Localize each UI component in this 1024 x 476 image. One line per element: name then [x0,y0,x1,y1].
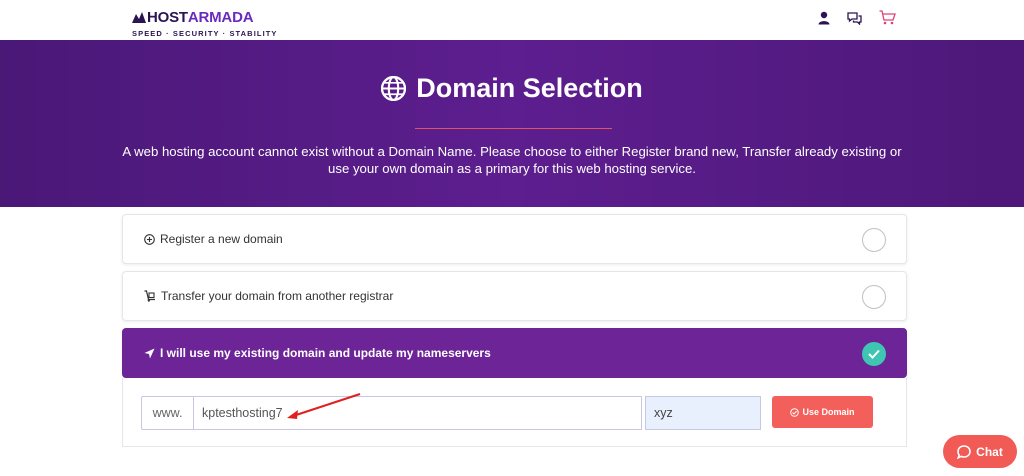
use-domain-button[interactable]: Use Domain [772,396,873,428]
chat-bubbles-icon[interactable] [847,11,862,25]
tld-input[interactable] [645,396,761,430]
title-divider [415,128,612,129]
option-transfer-radio[interactable] [862,285,886,309]
chat-label: Chat [976,444,1003,459]
use-domain-label: Use Domain [802,407,855,417]
check-icon [868,349,880,359]
option-existing-text: I will use my existing domain and update… [160,346,491,360]
location-arrow-icon [144,347,155,359]
user-icon[interactable] [818,11,830,25]
logo-text-host: HOST [147,9,188,26]
page-title: Domain Selection [0,73,1024,104]
option-existing-label: I will use my existing domain and update… [144,346,491,360]
check-circle-icon [790,407,800,417]
header-icons [818,10,896,25]
option-register-text: Register a new domain [160,232,283,246]
www-prefix: www. [141,396,193,430]
domain-form-panel: www. Use Domain [122,378,907,447]
option-transfer-label: Transfer your domain from another regist… [144,289,393,303]
option-existing-radio[interactable] [862,342,886,366]
globe-icon [381,76,407,101]
logo-tagline: SPEED · SECURITY · STABILITY [132,29,278,38]
option-register-domain[interactable]: Register a new domain [122,214,907,264]
plus-circle-icon [144,233,155,245]
option-register-radio[interactable] [862,228,886,252]
option-transfer-domain[interactable]: Transfer your domain from another regist… [122,271,907,321]
chat-button[interactable]: Chat [943,435,1017,468]
hero-description: A web hosting account cannot exist witho… [122,144,902,176]
option-transfer-text: Transfer your domain from another regist… [161,289,394,303]
annotation-arrow-icon [287,393,361,419]
dolly-icon [144,290,155,302]
chat-bubble-icon [957,444,971,459]
logo-mark-icon [132,12,146,23]
top-header: HOST ARMADA SPEED · SECURITY · STABILITY [0,0,1024,40]
cart-icon[interactable] [879,10,896,25]
logo[interactable]: HOST ARMADA SPEED · SECURITY · STABILITY [132,9,278,38]
option-existing-domain[interactable]: I will use my existing domain and update… [122,328,907,378]
page-title-text: Domain Selection [416,73,643,103]
logo-text-armada: ARMADA [187,9,254,26]
hero-banner: Domain Selection A web hosting account c… [0,40,1024,207]
domain-name-input[interactable] [193,396,642,430]
option-register-label: Register a new domain [144,232,283,246]
